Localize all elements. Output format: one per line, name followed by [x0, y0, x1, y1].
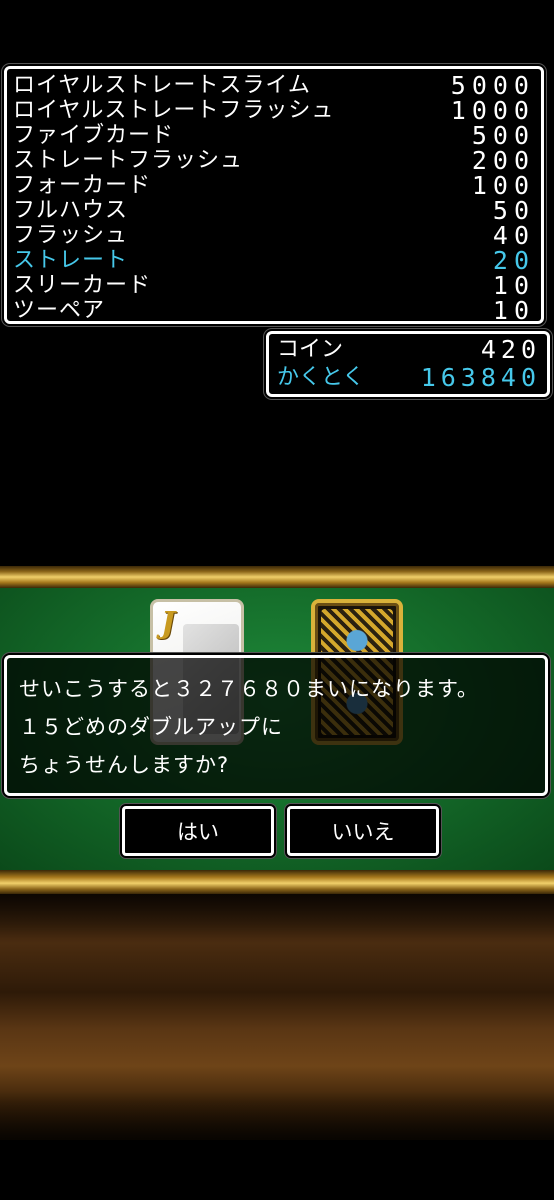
- payout-row-highlighted: ストレート 20: [7, 248, 541, 273]
- hand-name: ファイブカード: [13, 123, 175, 148]
- hand-name: ロイヤルストレートスライム: [13, 73, 311, 98]
- payout-row: フォーカード 100: [7, 173, 541, 198]
- message-window: せいこうすると３２７６８０まいになります。 １５どめのダブルアップに ちょうせん…: [4, 655, 548, 796]
- payout-table: ロイヤルストレートスライム 5000 ロイヤルストレートフラッシュ 1000 フ…: [4, 66, 544, 324]
- payout-row: スリーカード 10: [7, 273, 541, 298]
- hand-name: スリーカード: [13, 273, 152, 298]
- yes-button[interactable]: はい: [122, 806, 274, 856]
- hand-name: ストレートフラッシュ: [13, 148, 244, 173]
- message-line: ちょうせんしますか?: [19, 753, 230, 777]
- hand-name: ストレート: [13, 248, 129, 273]
- hand-multiplier: 100: [471, 171, 535, 200]
- message-line: せいこうすると３２７６８０まいになります。: [19, 677, 479, 701]
- hand-multiplier: 10: [492, 271, 535, 300]
- payout-row: ロイヤルストレートフラッシュ 1000: [7, 98, 541, 123]
- hand-multiplier: 20: [492, 246, 535, 275]
- bottom-bar: [0, 1140, 554, 1200]
- hand-name: フォーカード: [13, 173, 152, 198]
- card-rank: J: [161, 606, 176, 641]
- acquired-label: かくとく: [277, 365, 365, 390]
- coin-status-window: コイン 420 かくとく 163840: [266, 331, 550, 397]
- table-wood-edge: [0, 894, 554, 1140]
- hand-multiplier: 1000: [450, 96, 535, 125]
- coin-row: コイン 420: [277, 336, 541, 364]
- table-rail-top: [0, 566, 554, 588]
- message-line: １５どめのダブルアップに: [19, 715, 283, 739]
- payout-row: フラッシュ 40: [7, 223, 541, 248]
- hand-name: フルハウス: [13, 198, 129, 223]
- hand-name: ロイヤルストレートフラッシュ: [13, 98, 335, 123]
- hand-multiplier: 50: [492, 196, 535, 225]
- hand-multiplier: 10: [492, 296, 535, 325]
- table-rail-bottom: [0, 870, 554, 894]
- coin-value: 420: [480, 335, 541, 364]
- hand-name: ツーペア: [13, 298, 106, 323]
- payout-row: ツーペア 10: [7, 298, 541, 323]
- acquired-row: かくとく 163840: [277, 364, 541, 392]
- coin-label: コイン: [277, 337, 344, 362]
- hand-multiplier: 40: [492, 221, 535, 250]
- no-button[interactable]: いいえ: [287, 806, 439, 856]
- payout-row: ストレートフラッシュ 200: [7, 148, 541, 173]
- poker-screen: ロイヤルストレートスライム 5000 ロイヤルストレートフラッシュ 1000 フ…: [0, 0, 554, 1200]
- hand-name: フラッシュ: [13, 223, 129, 248]
- payout-row: ロイヤルストレートスライム 5000: [7, 73, 541, 98]
- hand-multiplier: 5000: [450, 71, 535, 100]
- acquired-value: 163840: [420, 363, 541, 392]
- payout-row: フルハウス 50: [7, 198, 541, 223]
- hand-multiplier: 200: [471, 146, 535, 175]
- hand-multiplier: 500: [471, 121, 535, 150]
- payout-row: ファイブカード 500: [7, 123, 541, 148]
